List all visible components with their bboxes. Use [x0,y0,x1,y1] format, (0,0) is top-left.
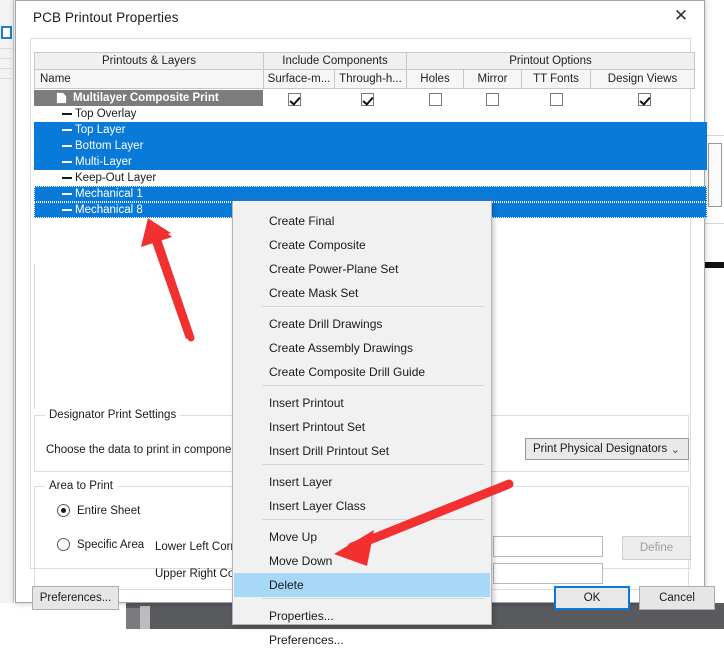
background-divider-top [704,135,724,136]
layer-dash-icon [62,177,72,179]
menu-item-move-up[interactable]: Move Up [234,525,490,549]
row-label: Multilayer Composite Print [73,92,219,104]
column-header-design-views[interactable]: Design Views [590,70,695,89]
background-app-lines [0,48,14,108]
upper-right-corner-input[interactable] [493,563,603,584]
layer-dash-icon [62,209,72,211]
row-label: Mechanical 1 [75,188,143,200]
through-hole-checkbox[interactable] [361,93,374,106]
table-row-top-overlay[interactable]: Top Overlay [34,106,707,122]
table-row-keep-out-layer[interactable]: Keep-Out Layer [34,170,707,186]
background-app-icon [1,26,12,39]
background-app-marker [704,262,724,268]
specific-area-label: Specific Area [77,538,145,551]
menu-item-create-composite-drill-guide[interactable]: Create Composite Drill Guide [234,360,490,384]
layer-dash-icon [62,193,72,195]
row-label: Top Layer [75,124,126,136]
menu-separator [262,464,484,465]
column-header-holes[interactable]: Holes [406,70,463,89]
column-header-tt-fonts[interactable]: TT Fonts [521,70,590,89]
menu-item-create-final[interactable]: Create Final [234,209,490,233]
background-app-right-panel [704,0,724,600]
context-menu-top-highlight [232,197,494,201]
column-header-mirror[interactable]: Mirror [463,70,521,89]
dialog-title: PCB Printout Properties [33,10,179,25]
background-divider-bottom [704,223,724,224]
background-taskbar-tab [126,608,140,629]
tt-fonts-checkbox[interactable] [550,93,563,106]
menu-item-insert-drill-printout-set[interactable]: Insert Drill Printout Set [234,439,490,463]
table-column-header-row: Name Surface-m... Through-h... Holes Mir… [34,70,695,89]
designator-dropdown[interactable]: Print Physical Designators ⌄ [525,438,689,460]
menu-item-create-assembly-drawings[interactable]: Create Assembly Drawings [234,336,490,360]
row-background [34,154,707,170]
holes-checkbox[interactable] [429,93,442,106]
row-label: Bottom Layer [75,140,144,152]
row-label: Keep-Out Layer [75,172,157,184]
surface-mount-checkbox[interactable] [288,93,301,106]
table-group-header-row: Printouts & Layers Include Components Pr… [34,52,695,70]
menu-item-insert-layer-class[interactable]: Insert Layer Class [234,494,490,518]
background-app-box [708,143,722,207]
group-header-printouts-layers: Printouts & Layers [34,52,263,70]
close-icon[interactable]: ✕ [658,1,704,31]
menu-item-properties[interactable]: Properties... [234,604,490,628]
background-app-left-panel [0,0,14,629]
menu-separator [262,598,484,599]
layer-dash-icon [62,113,72,115]
cancel-button[interactable]: Cancel [639,586,715,610]
table-row-multi-layer[interactable]: Multi-Layer [34,154,707,170]
specific-area-radio[interactable] [57,538,70,551]
layer-dash-icon [62,161,72,163]
menu-item-insert-layer[interactable]: Insert Layer [234,470,490,494]
designator-dropdown-value: Print Physical Designators [533,443,668,455]
row-background [34,122,707,138]
menu-separator [262,306,484,307]
row-label: Top Overlay [75,108,137,120]
menu-separator [262,519,484,520]
preferences-button[interactable]: Preferences... [32,586,119,610]
ok-button[interactable]: OK [554,586,630,610]
table-row-top-layer[interactable]: Top Layer [34,122,707,138]
designator-group-title: Designator Print Settings [45,409,181,421]
menu-item-preferences[interactable]: Preferences... [234,628,490,652]
menu-item-insert-printout-set[interactable]: Insert Printout Set [234,415,490,439]
table-row-bottom-layer[interactable]: Bottom Layer [34,138,707,154]
layer-dash-icon [62,129,72,131]
menu-item-delete[interactable]: Delete [234,573,490,597]
group-header-printout-options: Printout Options [406,52,695,70]
specific-area-radio-row[interactable]: Specific Area [57,538,144,551]
list-left-border [34,264,35,409]
layer-dash-icon [62,145,72,147]
area-group-title: Area to Print [45,480,117,492]
column-header-name[interactable]: Name [34,70,263,89]
group-header-include-components: Include Components [263,52,406,70]
row-label: Mechanical 8 [75,204,143,216]
entire-sheet-radio-row[interactable]: Entire Sheet [57,504,140,517]
design-views-checkbox[interactable] [638,93,651,106]
menu-item-create-mask-set[interactable]: Create Mask Set [234,281,490,305]
entire-sheet-label: Entire Sheet [77,504,141,517]
mirror-checkbox[interactable] [486,93,499,106]
define-button[interactable]: Define [622,536,691,560]
printouts-table-header: Printouts & Layers Include Components Pr… [34,52,695,89]
chevron-down-icon: ⌄ [670,444,680,456]
column-header-through-hole[interactable]: Through-h... [334,70,406,89]
column-header-surface-mount[interactable]: Surface-m... [263,70,334,89]
designator-description: Choose the data to print in compone [46,444,232,456]
menu-item-create-composite[interactable]: Create Composite [234,233,490,257]
layer-context-menu: Create Final Create Composite Create Pow… [232,197,494,647]
row-label: Multi-Layer [75,156,132,168]
menu-item-create-drill-drawings[interactable]: Create Drill Drawings [234,312,490,336]
menu-item-create-power-plane-set[interactable]: Create Power-Plane Set [234,257,490,281]
menu-item-move-down[interactable]: Move Down [234,549,490,573]
page-icon [56,92,67,104]
entire-sheet-radio[interactable] [57,504,70,517]
lower-left-corner-input[interactable] [493,536,603,557]
menu-item-insert-printout[interactable]: Insert Printout [234,391,490,415]
dialog-titlebar[interactable]: PCB Printout Properties ✕ [16,1,704,35]
menu-separator [262,385,484,386]
background-taskbar-tab-second [140,606,150,629]
